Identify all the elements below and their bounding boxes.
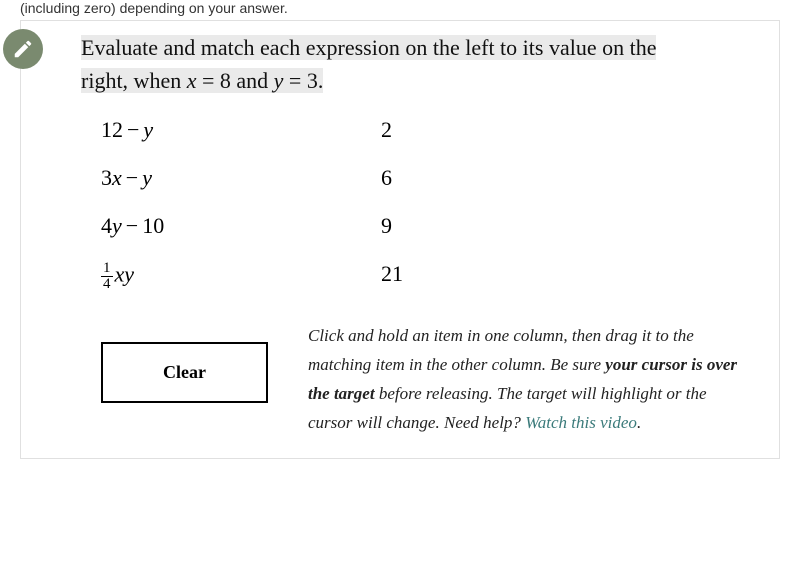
- top-fragment-text: (including zero) depending on your answe…: [0, 0, 800, 16]
- expressions-column: 12−y 3x−y 4y−10 14xy: [101, 117, 221, 292]
- expression-item[interactable]: 14xy: [101, 261, 221, 292]
- instructions-text: Click and hold an item in one column, th…: [308, 322, 739, 438]
- watch-video-link[interactable]: Watch this video: [525, 413, 637, 432]
- pencil-icon: [3, 29, 43, 69]
- value-item[interactable]: 9: [381, 213, 421, 239]
- expression-item[interactable]: 12−y: [101, 117, 221, 143]
- value-item[interactable]: 6: [381, 165, 421, 191]
- question-prompt: Evaluate and match each expression on th…: [21, 21, 779, 107]
- value-item[interactable]: 2: [381, 117, 421, 143]
- expression-item[interactable]: 3x−y: [101, 165, 221, 191]
- value-item[interactable]: 21: [381, 261, 421, 287]
- bottom-row: Clear Click and hold an item in one colu…: [21, 292, 779, 438]
- values-column: 2 6 9 21: [381, 117, 421, 292]
- matching-columns: 12−y 3x−y 4y−10 14xy 2 6 9 21: [21, 107, 779, 292]
- clear-button[interactable]: Clear: [101, 342, 268, 403]
- question-card: Evaluate and match each expression on th…: [20, 20, 780, 459]
- expression-item[interactable]: 4y−10: [101, 213, 221, 239]
